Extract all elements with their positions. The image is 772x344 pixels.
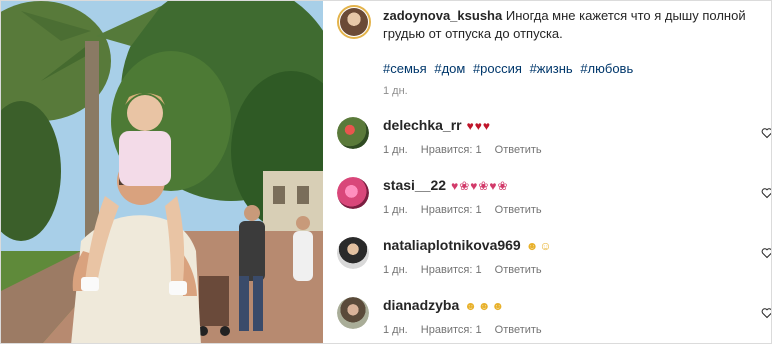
comment-time: 1 дн. bbox=[383, 264, 408, 276]
comment: stasi__22 ♥❀♥❀♥❀ 1 дн. Нравится: 1 Ответи… bbox=[337, 177, 771, 229]
reply-button[interactable]: Ответить bbox=[495, 204, 542, 216]
reply-button[interactable]: Ответить bbox=[495, 144, 542, 156]
hashtag-list: #семья #дом #россия #жизнь #любовь bbox=[383, 61, 637, 76]
comment-header: nataliaplotnikova969 ☻☺ bbox=[383, 237, 553, 253]
heart-outline-icon[interactable] bbox=[761, 127, 771, 139]
comment: delechka_rr ♥♥♥ 1 дн. Нравится: 1 Ответит… bbox=[337, 117, 771, 169]
comment: nataliaplotnikova969 ☻☺ 1 дн. Нравится: 1… bbox=[337, 237, 771, 289]
comment-likes[interactable]: Нравится: 1 bbox=[421, 324, 482, 336]
comment-likes[interactable]: Нравится: 1 bbox=[421, 264, 482, 276]
commenter-avatar[interactable] bbox=[337, 177, 369, 209]
comment-likes[interactable]: Нравится: 1 bbox=[421, 144, 482, 156]
comment-header: stasi__22 ♥❀♥❀♥❀ bbox=[383, 177, 509, 193]
commenter-username[interactable]: stasi__22 bbox=[383, 177, 446, 193]
post-viewer: zadoynova_ksusha Иногда мне кажется что … bbox=[0, 0, 772, 344]
comment-meta: 1 дн. Нравится: 1 Ответить bbox=[383, 144, 552, 156]
comment-meta: 1 дн. Нравится: 1 Ответить bbox=[383, 264, 552, 276]
comment-text: ☻☺ bbox=[525, 239, 553, 253]
comment-meta: 1 дн. Нравится: 1 Ответить bbox=[383, 324, 552, 336]
heart-outline-icon[interactable] bbox=[761, 187, 771, 199]
hashtag[interactable]: #россия bbox=[473, 61, 522, 76]
hashtag[interactable]: #семья bbox=[383, 61, 427, 76]
author-username[interactable]: zadoynova_ksusha bbox=[383, 8, 502, 23]
author-avatar[interactable] bbox=[337, 5, 371, 39]
hashtag[interactable]: #любовь bbox=[580, 61, 633, 76]
commenter-username[interactable]: dianadzyba bbox=[383, 297, 459, 313]
heart-outline-icon[interactable] bbox=[761, 307, 771, 319]
post-timestamp: 1 дн. bbox=[383, 85, 408, 97]
heart-outline-icon[interactable] bbox=[761, 247, 771, 259]
comment: dianadzyba ☻☻☻ 1 дн. Нравится: 1 Ответить bbox=[337, 297, 771, 343]
reply-button[interactable]: Ответить bbox=[495, 264, 542, 276]
commenter-avatar[interactable] bbox=[337, 117, 369, 149]
hashtag[interactable]: #дом bbox=[434, 61, 465, 76]
reply-button[interactable]: Ответить bbox=[495, 324, 542, 336]
photo-illustration bbox=[1, 1, 323, 343]
comment-text: ☻☻☻ bbox=[464, 299, 506, 313]
post-photo[interactable] bbox=[1, 1, 323, 343]
comment-text: ♥❀♥❀♥❀ bbox=[451, 179, 509, 193]
comment-header: dianadzyba ☻☻☻ bbox=[383, 297, 505, 313]
comment-meta: 1 дн. Нравится: 1 Ответить bbox=[383, 204, 552, 216]
commenter-avatar[interactable] bbox=[337, 237, 369, 269]
caption-text: zadoynova_ksusha Иногда мне кажется что … bbox=[383, 7, 763, 43]
hashtag[interactable]: #жизнь bbox=[530, 61, 573, 76]
comment-likes[interactable]: Нравится: 1 bbox=[421, 204, 482, 216]
comment-text: ♥♥♥ bbox=[466, 119, 491, 133]
comments-panel: zadoynova_ksusha Иногда мне кажется что … bbox=[323, 1, 771, 343]
commenter-username[interactable]: delechka_rr bbox=[383, 117, 462, 133]
commenter-avatar[interactable] bbox=[337, 297, 369, 329]
comment-time: 1 дн. bbox=[383, 144, 408, 156]
comment-time: 1 дн. bbox=[383, 204, 408, 216]
commenter-username[interactable]: nataliaplotnikova969 bbox=[383, 237, 521, 253]
comment-time: 1 дн. bbox=[383, 324, 408, 336]
comment-header: delechka_rr ♥♥♥ bbox=[383, 117, 491, 133]
